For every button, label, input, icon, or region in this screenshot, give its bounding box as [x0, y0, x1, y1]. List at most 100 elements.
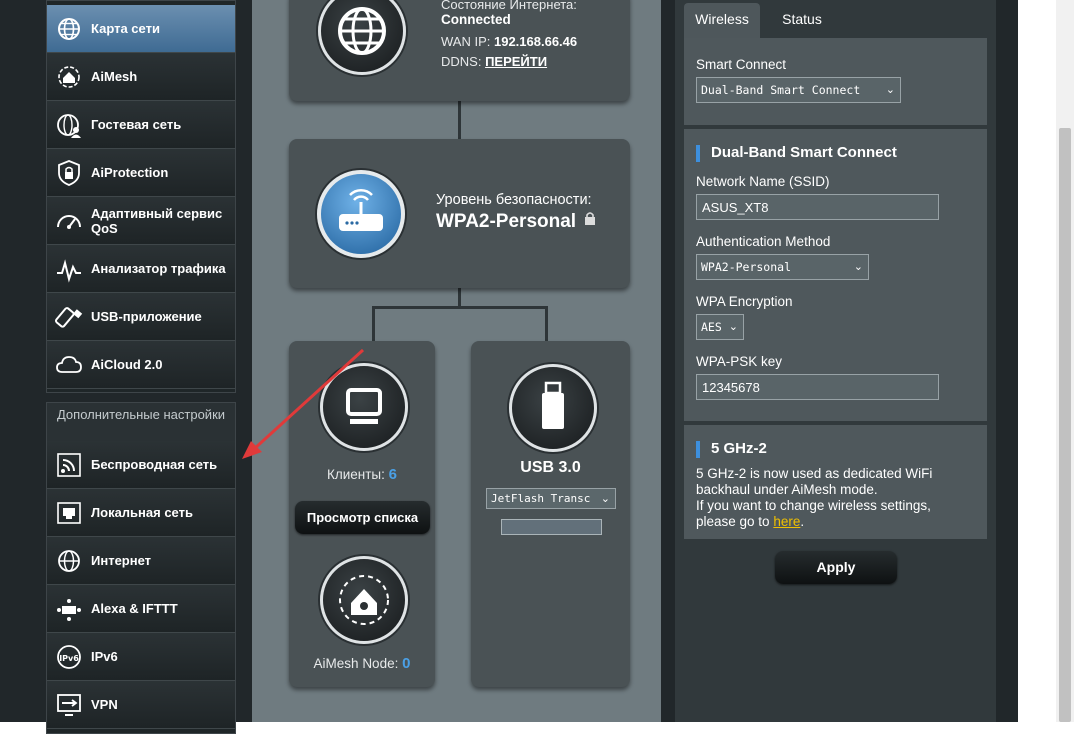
sidebar-item-qos[interactable]: Адаптивный сервис QoS — [47, 197, 235, 245]
aimesh-node-count: 0 — [402, 655, 411, 672]
auth-method-select-value: WPA2-Personal — [701, 260, 792, 274]
wireless-settings-link[interactable]: here — [773, 514, 800, 529]
ddns-row: DDNS: ПЕРЕЙТИ — [441, 54, 547, 69]
band-5ghz2-text-line-last: please go to here. — [696, 514, 981, 530]
sidebar-item-label: Адаптивный сервис QoS — [91, 205, 223, 236]
usb-drive-icon — [542, 381, 564, 429]
shield-lock-icon — [58, 159, 80, 186]
globe-icon — [58, 549, 80, 572]
band-5ghz2-text-line: backhaul under AiMesh mode. — [696, 482, 878, 497]
speedometer-icon — [57, 214, 81, 229]
sidebar-item-label: Alexa & IFTTT — [91, 601, 178, 616]
sidebar-item-label: AiMesh — [91, 69, 138, 84]
sidebar-item-network-map[interactable]: Карта сети — [47, 5, 235, 53]
sidebar-item-aimesh[interactable]: AiMesh — [47, 53, 235, 101]
clients-count: 6 — [388, 466, 397, 483]
view-client-list-button[interactable]: Просмотр списка — [295, 501, 430, 534]
network-map-icon — [58, 17, 80, 40]
chevron-down-icon: ⌄ — [728, 320, 738, 333]
connector-line — [458, 288, 461, 308]
security-level-value: WPA2-Personal — [436, 211, 577, 232]
aimesh-icon — [58, 65, 80, 88]
sidebar-item-ipv6[interactable]: IPv6 IPv6 — [47, 633, 235, 681]
ddns-link[interactable]: ПЕРЕЙТИ — [485, 54, 547, 69]
band-5ghz2-title: 5 GHz-2 — [711, 440, 767, 457]
ssid-label: Network Name (SSID) — [696, 174, 830, 189]
sidebar-item-wireless[interactable]: Беспроводная сеть — [47, 441, 235, 489]
sidebar-item-guest-network[interactable]: Гостевая сеть — [47, 101, 235, 149]
security-level-row: WPA2-Personal — [436, 211, 596, 233]
sidebar-item-aicloud[interactable]: AiCloud 2.0 — [47, 341, 235, 389]
svg-text:IPv6: IPv6 — [59, 654, 79, 663]
sidebar-item-label: AiCloud 2.0 — [91, 357, 163, 372]
clients-label: Клиенты: — [327, 467, 385, 482]
ddns-label: DDNS: — [441, 54, 482, 69]
advanced-settings-header: Дополнительные настройки — [47, 403, 235, 445]
band-5ghz2-text: please go to — [696, 514, 770, 529]
apply-button[interactable]: Apply — [775, 551, 897, 584]
ipv6-icon: IPv6 — [57, 644, 81, 669]
connector-line — [545, 306, 548, 342]
cloud-icon — [56, 355, 82, 373]
usb-device-select-value: JetFlash Transc — [491, 492, 591, 505]
sidebar-item-label: Анализатор трафика — [91, 261, 226, 276]
smart-connect-label: Smart Connect — [696, 57, 787, 72]
sidebar-item-label: Интернет — [91, 553, 152, 568]
internet-status-label: Состояние Интернета: — [441, 0, 577, 12]
wpa-psk-input[interactable]: 12345678 — [696, 374, 939, 400]
wireless-icon — [57, 452, 81, 477]
sidebar-item-aiprotection[interactable]: AiProtection — [47, 149, 235, 197]
connector-line — [458, 100, 461, 140]
clients-row: Клиенты: 6 — [289, 466, 435, 483]
usb-device-select[interactable]: JetFlash Transc ⌄ — [486, 488, 616, 509]
wan-ip-label: WAN IP: — [441, 34, 491, 49]
tab-wireless[interactable]: Wireless — [684, 3, 760, 38]
router-icon — [339, 188, 383, 231]
auth-method-select[interactable]: WPA2-Personal ⌄ — [696, 254, 869, 280]
smart-connect-select[interactable]: Dual-Band Smart Connect ⌄ — [696, 77, 901, 103]
wpa-encryption-label: WPA Encryption — [696, 294, 793, 309]
traffic-analyzer-icon — [57, 258, 81, 283]
wpa-encryption-select-value: AES — [701, 320, 722, 334]
sidebar-item-alexa-ifttt[interactable]: Alexa & IFTTT — [47, 585, 235, 633]
security-level-label: Уровень безопасности: — [436, 192, 592, 208]
band-5ghz2-text-line: If you want to change wireless settings, — [696, 498, 931, 513]
section-accent-bar — [696, 441, 700, 458]
router-button[interactable] — [317, 170, 405, 258]
alexa-ifttt-icon — [57, 598, 81, 621]
ssid-input[interactable]: ASUS_XT8 — [696, 194, 939, 220]
sidebar-item-label: IPv6 — [91, 649, 118, 664]
tab-status[interactable]: Status — [768, 3, 836, 38]
auth-method-label: Authentication Method — [696, 234, 831, 249]
sidebar-item-usb-application[interactable]: USB-приложение — [47, 293, 235, 341]
wpa-psk-label: WPA-PSK key — [696, 354, 783, 369]
connector-line — [372, 306, 548, 309]
sidebar-item-label: AiProtection — [91, 165, 169, 180]
wan-ip-row: WAN IP: 192.168.66.46 — [441, 34, 577, 49]
internet-status-value: Connected — [441, 12, 511, 27]
vpn-icon — [57, 693, 81, 716]
wan-ip-value: 192.168.66.46 — [493, 34, 578, 49]
vertical-scrollbar[interactable] — [1056, 0, 1074, 722]
main-menu: Карта сети AiMesh Гостевая сеть AiProtec… — [46, 0, 236, 393]
aimesh-row: AiMesh Node: 0 — [289, 655, 435, 672]
sidebar-item-traffic-analyzer[interactable]: Анализатор трафика — [47, 245, 235, 293]
usb-device-button[interactable] — [509, 364, 597, 452]
sidebar-item-internet[interactable]: Интернет — [47, 537, 235, 585]
dual-band-section-title: Dual-Band Smart Connect — [711, 144, 897, 161]
internet-globe-button[interactable] — [318, 0, 406, 75]
sidebar-item-lan[interactable]: Локальная сеть — [47, 489, 235, 537]
annotation-arrow — [242, 348, 365, 459]
scrollbar-thumb[interactable] — [1059, 128, 1071, 722]
usb-icon — [55, 306, 83, 328]
chevron-down-icon: ⌄ — [853, 260, 863, 273]
sidebar-item-label: Локальная сеть — [91, 505, 193, 520]
sidebar-item-label: Гостевая сеть — [91, 117, 182, 132]
lan-icon — [57, 501, 81, 524]
aimesh-node-button[interactable] — [320, 556, 408, 644]
wpa-encryption-select[interactable]: AES ⌄ — [696, 314, 744, 340]
usb-capacity-bar — [501, 519, 602, 535]
band-5ghz2-text-end: . — [800, 514, 805, 529]
globe-icon — [338, 7, 386, 55]
usb-title: USB 3.0 — [520, 459, 581, 476]
